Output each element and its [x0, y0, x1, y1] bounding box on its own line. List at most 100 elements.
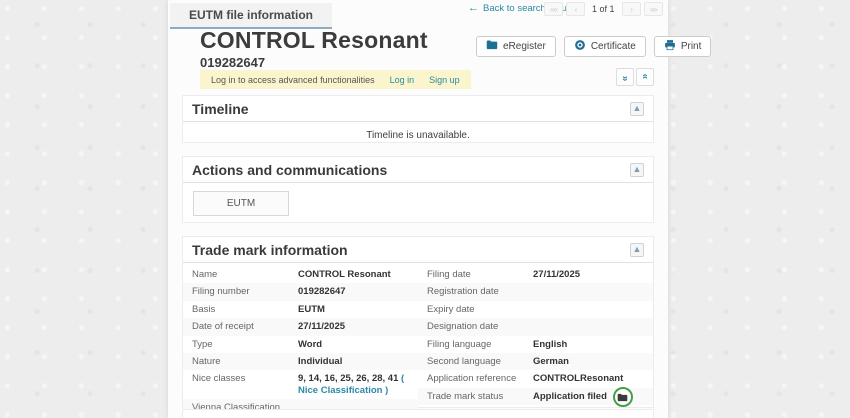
collapse-section-icon[interactable]: ▲	[630, 243, 644, 257]
content-column: EUTM file information ← Back to search r…	[168, 0, 668, 418]
timeline-section: Timeline ▲ Timeline is unavailable.	[182, 95, 654, 143]
field-row: Designation date	[418, 318, 653, 335]
field-row: Application referenceCONTROLResonant	[418, 370, 653, 387]
field-label: Trade mark status	[427, 391, 533, 402]
field-label: Filing date	[427, 269, 533, 280]
field-value-text: CONTROL Resonant	[298, 269, 391, 280]
left-arrow-icon: ←	[468, 3, 479, 14]
tab-label: EUTM file information	[189, 8, 313, 22]
field-value: Individual	[298, 356, 414, 367]
field-label: Nice classes	[192, 373, 298, 384]
folder-status-icon	[613, 387, 633, 407]
seal-icon	[574, 39, 586, 54]
trademark-info-section: Trade mark information ▲ NameCONTROL Res…	[182, 236, 654, 408]
field-label: Type	[192, 339, 298, 350]
field-row: Filing date27/11/2025	[418, 266, 653, 283]
field-value: Application filed	[533, 391, 649, 402]
field-value-text: Application filed	[533, 391, 607, 402]
application-number: 019282647	[200, 55, 265, 70]
actions-section-title: Actions and communications	[192, 162, 387, 178]
field-value: Word	[298, 339, 414, 350]
timeline-empty-message: Timeline is unavailable.	[183, 122, 653, 141]
field-value-text: EUTM	[298, 304, 325, 315]
timeline-section-header: Timeline ▲	[183, 96, 653, 122]
timeline-section-title: Timeline	[192, 101, 249, 117]
field-row: Trade mark statusApplication filed	[418, 388, 653, 405]
field-label: Basis	[192, 304, 298, 315]
field-value: CONTROL Resonant	[298, 269, 414, 280]
field-label: Designation date	[427, 321, 533, 332]
signup-link[interactable]: Sign up	[429, 75, 460, 85]
login-notice-text: Log in to access advanced functionalitie…	[211, 75, 375, 85]
eutm-actions-tab[interactable]: EUTM	[193, 191, 289, 216]
field-row: Registration date	[418, 283, 653, 300]
double-chevron-up-icon: »	[640, 75, 651, 79]
field-row: Second languageGerman	[418, 353, 653, 370]
collapse-all-button[interactable]: »	[616, 68, 634, 86]
certificate-button[interactable]: Certificate	[564, 36, 646, 57]
eregister-label: eRegister	[503, 41, 546, 52]
trademark-section-header: Trade mark information ▲	[183, 237, 653, 263]
field-label: Date of receipt	[192, 321, 298, 332]
field-value: 019282647	[298, 286, 414, 297]
field-value: 9, 14, 16, 25, 26, 28, 41 ( Nice Classif…	[298, 373, 414, 396]
collapse-section-icon[interactable]: ▲	[630, 163, 644, 177]
field-row: Filing number019282647	[183, 283, 418, 300]
field-row: Date of receipt27/11/2025	[183, 318, 418, 335]
login-notice-bar: Log in to access advanced functionalitie…	[200, 70, 471, 89]
field-row: BasisEUTM	[183, 301, 418, 318]
field-value: CONTROLResonant	[533, 373, 649, 384]
field-row: Nice classes9, 14, 16, 25, 26, 28, 41 ( …	[183, 370, 418, 399]
actions-section-header: Actions and communications ▲	[183, 157, 653, 183]
field-value-text: German	[533, 356, 569, 367]
pagination: «« ‹ 1 of 1 › »»	[544, 2, 663, 16]
field-value-text: 9, 14, 16, 25, 26, 28, 41	[298, 373, 398, 384]
folder-icon	[486, 39, 498, 54]
field-label: Second language	[427, 356, 533, 367]
field-value: 27/11/2025	[298, 321, 414, 332]
eutm-file-page: EUTM file information ← Back to search r…	[0, 0, 850, 418]
last-page-button[interactable]: »»	[644, 2, 663, 16]
field-label: Filing number	[192, 286, 298, 297]
field-label: Registration date	[427, 286, 533, 297]
action-buttons: eRegister Certificate Print	[476, 36, 711, 57]
expand-all-button[interactable]: »	[636, 68, 654, 86]
field-value-text: Word	[298, 339, 322, 350]
page-title: CONTROL Resonant	[200, 27, 428, 54]
field-label: Nature	[192, 356, 298, 367]
next-section-strip	[182, 409, 654, 418]
collapse-section-icon[interactable]: ▲	[630, 102, 644, 116]
print-button[interactable]: Print	[654, 36, 712, 57]
field-value: 27/11/2025	[533, 269, 649, 280]
field-row: Filing languageEnglish	[418, 336, 653, 353]
trademark-section-title: Trade mark information	[192, 242, 348, 258]
first-page-button[interactable]: ««	[544, 2, 563, 16]
double-chevron-down-icon: »	[620, 75, 631, 79]
printer-icon	[664, 39, 676, 54]
field-label: Filing language	[427, 339, 533, 350]
field-label: Expiry date	[427, 304, 533, 315]
field-value-text: CONTROLResonant	[533, 373, 623, 384]
login-link[interactable]: Log in	[390, 75, 415, 85]
field-row: Expiry date	[418, 301, 653, 318]
field-row: TypeWord	[183, 336, 418, 353]
print-label: Print	[681, 41, 702, 52]
section-toggle-buttons: » »	[616, 68, 654, 86]
eregister-button[interactable]: eRegister	[476, 36, 556, 57]
next-page-button[interactable]: ›	[622, 2, 641, 16]
field-value-text: 27/11/2025	[533, 269, 580, 280]
field-label: Application reference	[427, 373, 533, 384]
field-value-text: 27/11/2025	[298, 321, 345, 332]
field-label: Name	[192, 269, 298, 280]
tab-eutm-file-information[interactable]: EUTM file information	[170, 3, 332, 29]
field-value-text: English	[533, 339, 567, 350]
previous-page-button[interactable]: ‹	[566, 2, 585, 16]
page-indicator: 1 of 1	[592, 4, 615, 14]
certificate-label: Certificate	[591, 41, 636, 52]
actions-section: Actions and communications ▲ EUTM	[182, 156, 654, 223]
field-row: NameCONTROL Resonant	[183, 266, 418, 283]
field-value: German	[533, 356, 649, 367]
field-value: EUTM	[298, 304, 414, 315]
trademark-fields-left: NameCONTROL ResonantFiling number0192826…	[183, 266, 418, 418]
field-value: English	[533, 339, 649, 350]
